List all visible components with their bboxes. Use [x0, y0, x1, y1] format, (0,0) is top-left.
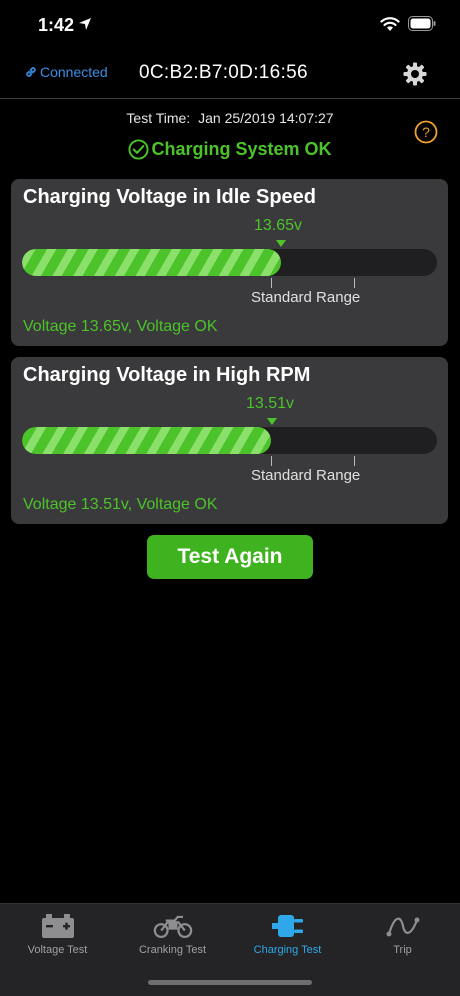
nav-bar: Connected 0C:B2:B7:0D:16:56 [0, 52, 460, 99]
range-start-tick [271, 456, 272, 466]
test-time-label: Test Time: [126, 110, 191, 126]
tab-label: Charging Test [253, 944, 322, 956]
device-id: 0C:B2:B7:0D:16:56 [139, 62, 308, 83]
standard-range-label: Standard Range [251, 467, 361, 484]
wifi-icon [380, 17, 400, 31]
connection-label: Connected [40, 64, 108, 80]
test-time-value: Jan 25/2019 14:07:27 [198, 110, 334, 126]
connection-status[interactable]: Connected [24, 64, 108, 80]
system-status: Charging System OK [0, 139, 460, 160]
range-end-tick [354, 278, 355, 288]
card-title: Charging Voltage in High RPM [23, 364, 311, 386]
battery-icon [41, 914, 74, 938]
high-rpm-card: Charging Voltage in High RPM 13.51v Stan… [11, 357, 448, 524]
tab-cranking-test[interactable]: Cranking Test [115, 904, 230, 964]
standard-range-label: Standard Range [251, 289, 361, 306]
link-icon [26, 67, 36, 77]
test-again-button[interactable]: Test Again [147, 535, 313, 579]
voltage-value-label: 13.65v [254, 217, 303, 234]
motorcycle-icon [153, 915, 192, 938]
tab-trip[interactable]: Trip [345, 904, 460, 964]
home-indicator [148, 980, 312, 985]
voltage-value-label: 13.51v [246, 395, 295, 412]
voltage-result-text: Voltage 13.51v, Voltage OK [23, 496, 218, 513]
range-end-tick [354, 456, 355, 466]
status-bar: 1:42 [0, 0, 460, 52]
system-status-text: Charging System OK [151, 139, 332, 159]
svg-text:?: ? [422, 124, 430, 140]
range-start-tick [271, 278, 272, 288]
tab-label: Voltage Test [27, 944, 88, 956]
test-time-row: Test Time: Jan 25/2019 14:07:27 [0, 110, 460, 126]
battery-status-icon [408, 16, 436, 31]
charging-plug-icon [271, 915, 303, 937]
card-title: Charging Voltage in Idle Speed [23, 186, 316, 208]
status-time: 1:42 [38, 15, 75, 35]
gear-icon[interactable] [403, 62, 427, 86]
voltage-bar-track [22, 427, 437, 454]
value-pointer [267, 418, 277, 425]
voltage-bar-track [22, 249, 437, 276]
value-pointer [276, 240, 286, 247]
route-icon [386, 917, 419, 937]
check-circle-icon [128, 139, 149, 160]
tab-label: Cranking Test [138, 944, 207, 956]
voltage-bar-fill [22, 427, 271, 454]
voltage-bar-fill [22, 249, 282, 276]
tab-charging-test[interactable]: Charging Test [230, 904, 345, 964]
tab-label: Trip [393, 944, 412, 956]
idle-speed-card: Charging Voltage in Idle Speed 13.65v St… [11, 179, 448, 346]
location-arrow-icon [79, 18, 91, 30]
tab-voltage-test[interactable]: Voltage Test [0, 904, 115, 964]
voltage-result-text: Voltage 13.65v, Voltage OK [23, 318, 218, 335]
